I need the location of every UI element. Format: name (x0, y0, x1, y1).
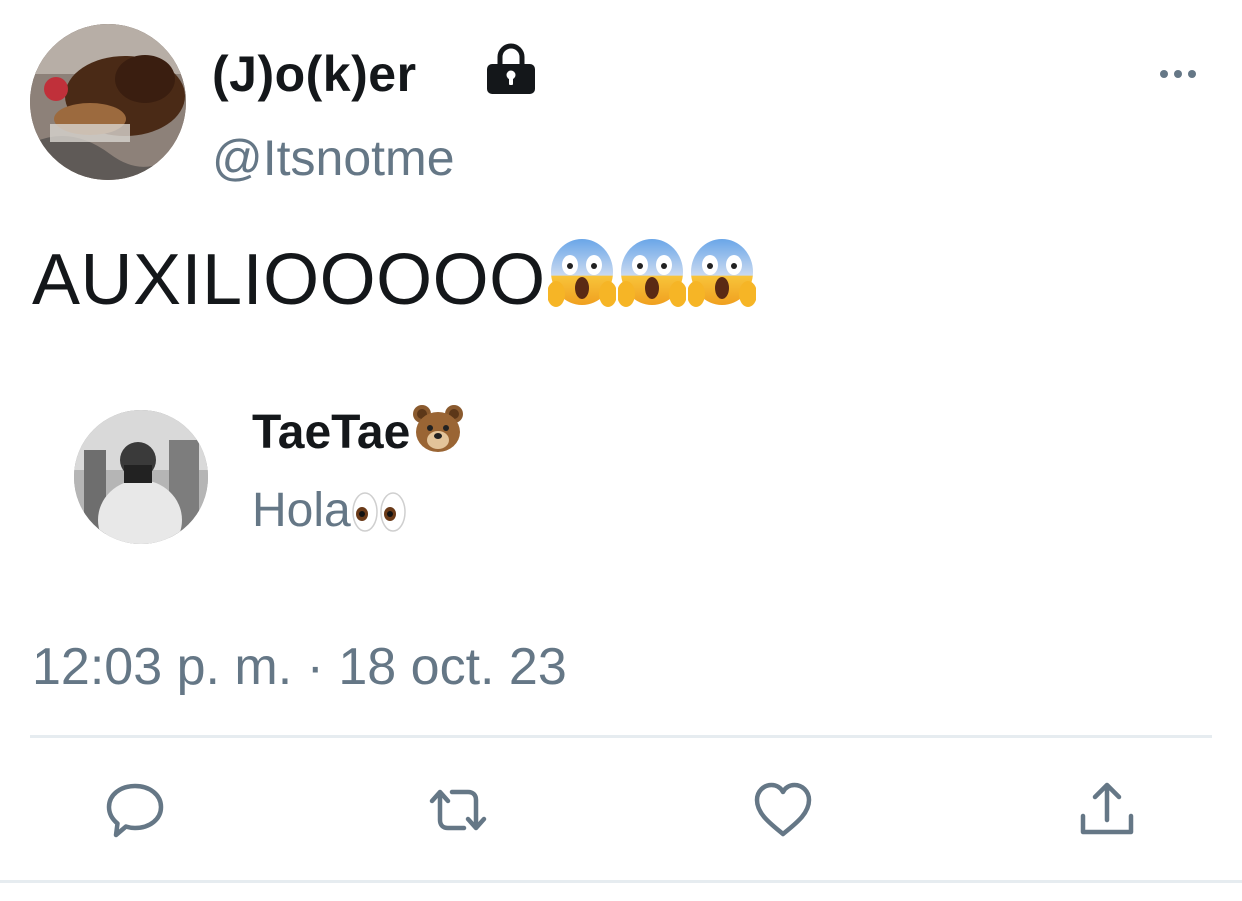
face-screaming-in-fear-icon (616, 238, 687, 328)
face-screaming-in-fear-icon (546, 238, 617, 328)
quoted-tweet-text: Hola (252, 482, 409, 548)
tweet-text: AUXILIOOOOO (32, 238, 757, 328)
more-options-icon[interactable] (1158, 64, 1198, 84)
reply-icon (106, 783, 164, 838)
quoted-author-name[interactable]: TaeTae (252, 404, 464, 468)
bear-face-icon (412, 404, 464, 468)
divider (30, 735, 1212, 738)
retweet-button[interactable] (424, 776, 492, 844)
divider (0, 880, 1242, 883)
tweet-text-content: AUXILIOOOOO (32, 240, 546, 320)
quoted-author-name-text: TaeTae (252, 406, 411, 459)
share-button[interactable] (1073, 776, 1141, 844)
share-icon (1080, 782, 1134, 835)
heart-icon (754, 782, 812, 837)
quoted-tweet-text-content: Hola (252, 484, 351, 537)
author-display-name[interactable]: (J)o(k)er (212, 44, 417, 104)
face-screaming-in-fear-icon (686, 238, 757, 328)
reply-button[interactable] (101, 776, 169, 844)
lock-icon (487, 43, 535, 94)
author-handle[interactable]: @Itsnotme (212, 128, 455, 188)
quoted-author-avatar[interactable] (74, 410, 208, 544)
like-button[interactable] (749, 776, 817, 844)
retweet-icon (429, 789, 487, 831)
tweet-timestamp[interactable]: 12:03 p. m. · 18 oct. 23 (32, 636, 567, 698)
eyes-icon (351, 490, 409, 548)
author-avatar[interactable] (30, 24, 186, 180)
